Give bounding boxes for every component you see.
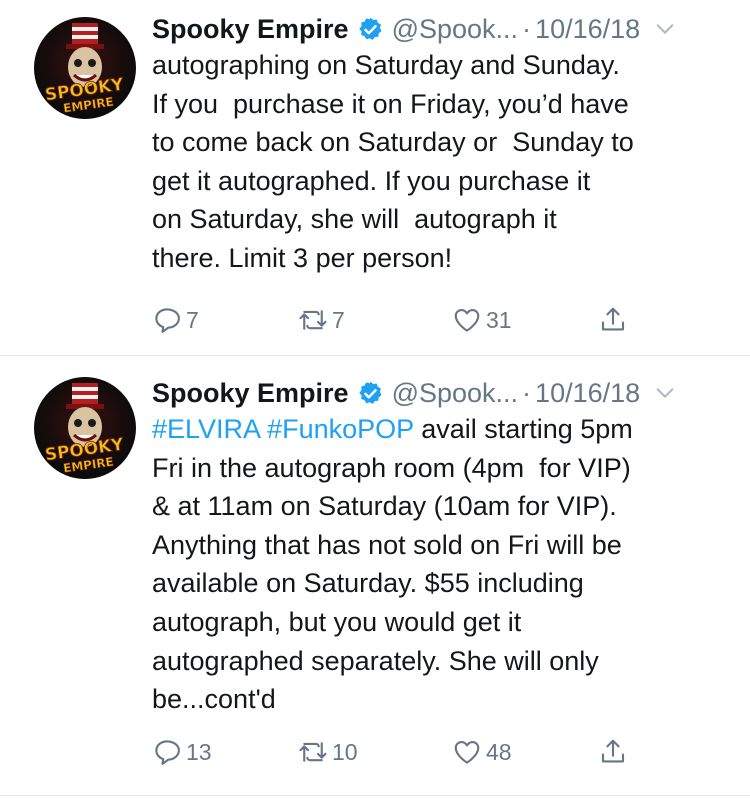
retweet-count: 10 bbox=[332, 738, 358, 765]
tweet-actions: 7 7 31 bbox=[152, 300, 632, 340]
hashtag-link[interactable]: #ELVIRA bbox=[152, 414, 260, 444]
retweet-button[interactable]: 10 bbox=[298, 732, 358, 772]
share-icon bbox=[601, 307, 625, 331]
tweet[interactable]: SPOOKY EMPIRE Spooky Empire @Spook... · … bbox=[0, 356, 750, 796]
tweet-header: Spooky Empire @Spook... · 10/16/18 bbox=[152, 373, 730, 413]
chevron-down-icon[interactable] bbox=[654, 382, 676, 404]
reply-count: 7 bbox=[186, 306, 199, 333]
retweet-icon bbox=[299, 310, 327, 330]
reply-icon bbox=[155, 740, 180, 765]
share-icon bbox=[601, 739, 625, 763]
like-count: 31 bbox=[486, 306, 512, 333]
tweet-header: Spooky Empire @Spook... · 10/16/18 bbox=[152, 9, 730, 49]
reply-icon bbox=[155, 308, 180, 333]
retweet-button[interactable]: 7 bbox=[298, 300, 345, 340]
spooky-empire-logo: SPOOKY EMPIRE bbox=[43, 23, 126, 116]
heart-icon bbox=[454, 308, 480, 332]
tweet-date[interactable]: 10/16/18 bbox=[535, 378, 640, 409]
separator-dot: · bbox=[522, 377, 532, 408]
like-button[interactable]: 31 bbox=[452, 300, 512, 340]
tweet-actions: 13 10 48 bbox=[152, 732, 632, 772]
avatar[interactable]: SPOOKY EMPIRE bbox=[34, 17, 136, 119]
reply-button[interactable]: 7 bbox=[152, 300, 199, 340]
tweet-text: autographing on Saturday and Sunday. If … bbox=[152, 50, 634, 273]
hashtag-link[interactable]: #FunkoPOP bbox=[267, 414, 414, 444]
like-button[interactable]: 48 bbox=[452, 732, 512, 772]
tweet-text: #ELVIRA #FunkoPOP avail starting 5pm Fri… bbox=[152, 410, 730, 719]
display-name[interactable]: Spooky Empire bbox=[152, 378, 349, 409]
tweet[interactable]: SPOOKY EMPIRE Spooky Empire @Spook... · … bbox=[0, 0, 750, 356]
verified-badge-icon bbox=[358, 381, 382, 404]
chevron-down-icon[interactable] bbox=[654, 18, 676, 40]
retweet-count: 7 bbox=[332, 306, 345, 333]
retweet-icon bbox=[299, 742, 327, 762]
spooky-empire-logo: SPOOKY EMPIRE bbox=[43, 383, 126, 476]
reply-count: 13 bbox=[186, 738, 212, 765]
verified-badge-icon bbox=[358, 17, 382, 40]
reply-button[interactable]: 13 bbox=[152, 732, 212, 772]
share-button[interactable] bbox=[598, 300, 628, 340]
like-count: 48 bbox=[486, 738, 512, 765]
handle[interactable]: @Spook... bbox=[392, 14, 518, 45]
share-button[interactable] bbox=[598, 732, 628, 772]
handle[interactable]: @Spook... bbox=[392, 378, 518, 409]
separator-dot: · bbox=[522, 13, 532, 44]
display-name[interactable]: Spooky Empire bbox=[152, 14, 349, 45]
avatar[interactable]: SPOOKY EMPIRE bbox=[34, 377, 136, 479]
tweet-date[interactable]: 10/16/18 bbox=[535, 14, 640, 45]
heart-icon bbox=[454, 740, 480, 764]
tweet-text-body: avail starting 5pm Fri in the autograph … bbox=[152, 414, 633, 715]
